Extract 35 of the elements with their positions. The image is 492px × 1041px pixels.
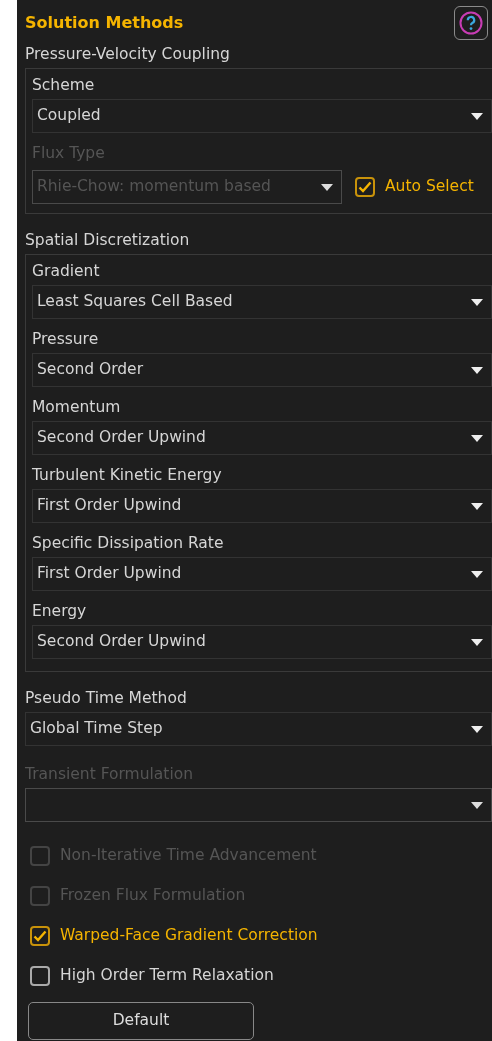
dropdown-arrow-icon — [471, 570, 483, 578]
dropdown[interactable]: Global Time Step — [25, 712, 492, 746]
help-button[interactable] — [454, 6, 488, 40]
dropdown[interactable]: Least Squares Cell Based — [32, 285, 492, 319]
dropdown-arrow-icon — [471, 638, 483, 646]
checkbox-label[interactable]: High Order Term Relaxation — [60, 964, 274, 988]
field-label: Pressure — [32, 329, 100, 350]
dropdown-arrow-icon — [471, 112, 483, 120]
checkbox[interactable] — [30, 926, 50, 946]
dropdown[interactable]: First Order Upwind — [32, 489, 492, 523]
dropdown[interactable]: Coupled — [32, 99, 492, 133]
dropdown-arrow-icon — [471, 366, 483, 374]
checkbox-label[interactable]: Warped-Face Gradient Correction — [60, 924, 318, 948]
field-label: Specific Dissipation Rate — [32, 533, 225, 554]
checkbox[interactable] — [30, 966, 50, 986]
dropdown[interactable]: First Order Upwind — [32, 557, 492, 591]
dropdown[interactable]: Second Order Upwind — [32, 421, 492, 455]
field-label: Turbulent Kinetic Energy — [32, 465, 223, 486]
dropdown-arrow-icon — [471, 725, 483, 733]
dropdown-arrow-icon — [471, 298, 483, 306]
dropdown[interactable]: Second Order Upwind — [32, 625, 492, 659]
group-label: Spatial Discretization — [25, 230, 191, 251]
dropdown-arrow-icon — [321, 183, 333, 191]
panel-title: Solution Methods — [25, 12, 184, 34]
dropdown-arrow-icon — [471, 801, 483, 809]
default-button[interactable]: Default — [28, 1002, 254, 1040]
field-label: Energy — [32, 601, 88, 622]
field-label: Momentum — [32, 397, 122, 418]
field-label: Gradient — [32, 261, 101, 282]
field-label: Scheme — [32, 75, 96, 96]
dropdown[interactable]: Second Order — [32, 353, 492, 387]
dropdown-arrow-icon — [471, 502, 483, 510]
dropdown-arrow-icon — [471, 434, 483, 442]
field-label: Pseudo Time Method — [25, 688, 188, 709]
group-label: Pressure-Velocity Coupling — [25, 44, 231, 65]
